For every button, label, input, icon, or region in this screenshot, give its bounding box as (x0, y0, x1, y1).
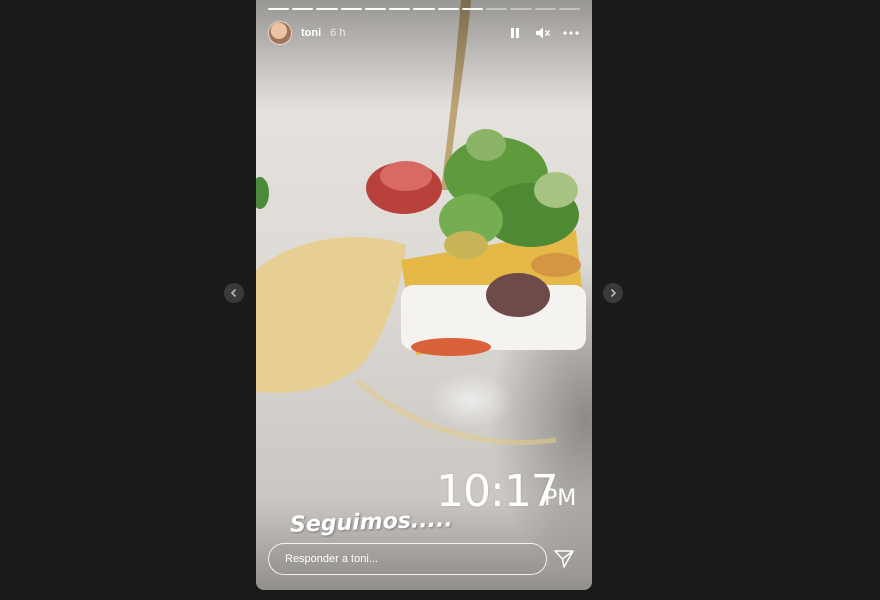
send-button[interactable] (553, 548, 575, 570)
reply-placeholder: Responder a toni... (285, 553, 378, 565)
send-icon (554, 550, 574, 568)
progress-segment (389, 8, 411, 10)
mute-button[interactable] (534, 24, 552, 42)
reply-input[interactable]: Responder a toni... (268, 543, 547, 575)
previous-story-button[interactable] (224, 283, 244, 303)
progress-segment (268, 8, 290, 10)
progress-segment (558, 8, 581, 10)
story-viewer[interactable]: toni 6 h 10:17 PM Seguimos..... Responde… (256, 0, 592, 590)
progress-segment (486, 8, 508, 10)
progress-segment (316, 8, 338, 10)
pause-button[interactable] (506, 24, 524, 42)
progress-segment (364, 8, 387, 10)
avatar[interactable] (268, 21, 292, 45)
progress-segment (461, 8, 484, 10)
progress-segment (437, 8, 459, 10)
progress-segment (413, 8, 435, 10)
more-options-icon (563, 31, 579, 35)
pause-icon (511, 28, 519, 38)
story-header: toni 6 h (268, 20, 580, 46)
progress-segment (340, 8, 362, 10)
more-options-button[interactable] (562, 24, 580, 42)
speaker-muted-icon (536, 27, 551, 39)
time-sticker: 10:17 (436, 466, 559, 517)
post-time: 6 h (330, 27, 346, 39)
chevron-left-icon (230, 288, 237, 298)
story-progress-bar (268, 8, 581, 10)
progress-segment (292, 8, 314, 10)
next-story-button[interactable] (603, 283, 623, 303)
story-caption: Seguimos..... (289, 507, 454, 538)
progress-segment (534, 8, 556, 10)
chevron-right-icon (610, 288, 617, 298)
time-sticker-period: PM (544, 486, 577, 511)
progress-segment (510, 8, 532, 10)
username[interactable]: toni (301, 27, 321, 39)
